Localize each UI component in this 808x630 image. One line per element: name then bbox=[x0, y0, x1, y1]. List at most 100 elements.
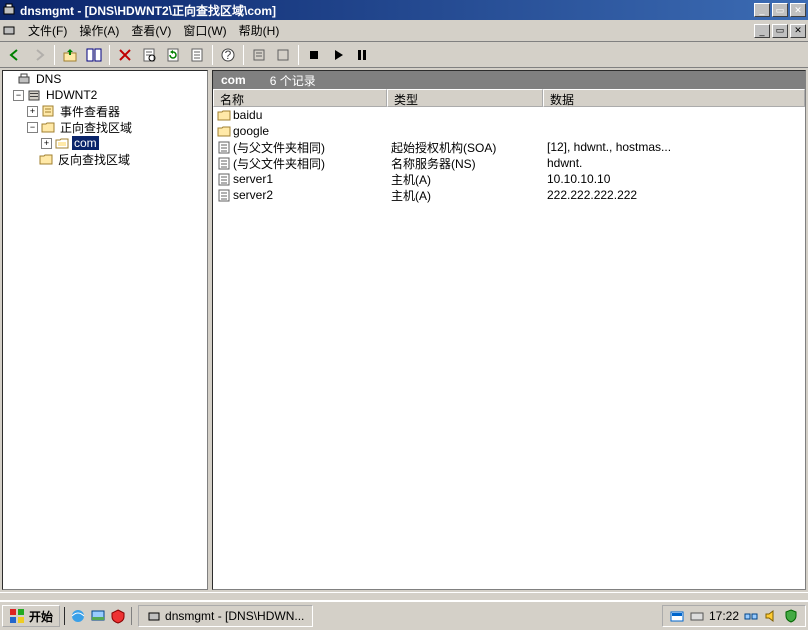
mdi-minimize-button[interactable]: _ bbox=[754, 24, 770, 38]
col-header-type[interactable]: 类型 bbox=[387, 89, 543, 107]
col-header-name[interactable]: 名称 bbox=[213, 89, 387, 107]
tree-server[interactable]: − HDWNT2 bbox=[3, 87, 207, 103]
ie-icon[interactable] bbox=[69, 607, 87, 625]
cell-type: 主机(A) bbox=[387, 171, 543, 188]
mdi-icon bbox=[2, 23, 18, 39]
toolbar-separator bbox=[109, 45, 110, 65]
cell-data: 10.10.10.10 bbox=[543, 172, 805, 186]
windows-logo-icon bbox=[9, 608, 25, 624]
refresh-button[interactable] bbox=[162, 44, 184, 66]
folder-icon bbox=[217, 108, 231, 122]
menu-action[interactable]: 操作(A) bbox=[73, 20, 125, 41]
table-row[interactable]: server1主机(A)10.10.10.10 bbox=[213, 171, 805, 187]
main-area: DNS − HDWNT2 bbox=[0, 68, 808, 592]
show-desktop-icon[interactable] bbox=[89, 607, 107, 625]
expand-icon[interactable]: + bbox=[41, 138, 52, 149]
status-bar bbox=[0, 592, 808, 600]
pause-button[interactable] bbox=[351, 44, 373, 66]
system-tray[interactable]: 17:22 bbox=[662, 605, 806, 627]
tree-fwd-zone[interactable]: − 正向查找区域 bbox=[3, 119, 207, 135]
menu-window[interactable]: 窗口(W) bbox=[177, 20, 232, 41]
tree-rev-zone[interactable]: 反向查找区域 bbox=[3, 151, 207, 167]
cell-type: 起始授权机构(SOA) bbox=[387, 139, 543, 156]
table-row[interactable]: (与父文件夹相同)名称服务器(NS)hdwnt. bbox=[213, 155, 805, 171]
mdi-restore-button[interactable]: ▭ bbox=[772, 24, 788, 38]
cell-type: 名称服务器(NS) bbox=[387, 155, 543, 172]
folder-icon bbox=[38, 151, 54, 167]
menu-file[interactable]: 文件(F) bbox=[22, 20, 73, 41]
collapse-icon[interactable]: − bbox=[13, 90, 24, 101]
col-header-data[interactable]: 数据 bbox=[543, 89, 805, 107]
app-icon bbox=[147, 609, 161, 623]
tray-network-icon[interactable] bbox=[743, 608, 759, 624]
table-row[interactable]: (与父文件夹相同)起始授权机构(SOA)[12], hdwnt., hostma… bbox=[213, 139, 805, 155]
svg-text:?: ? bbox=[225, 48, 232, 62]
list-rows[interactable]: baidugoogle(与父文件夹相同)起始授权机构(SOA)[12], hdw… bbox=[213, 107, 805, 589]
window-title: dnsmgmt - [DNS\HDWNT2\正向查找区域\com] bbox=[20, 2, 752, 19]
task-button-dnsmgmt[interactable]: dnsmgmt - [DNS\HDWN... bbox=[138, 605, 313, 627]
menu-view[interactable]: 查看(V) bbox=[125, 20, 177, 41]
back-button[interactable] bbox=[4, 44, 26, 66]
start-button[interactable]: 开始 bbox=[2, 605, 60, 627]
record-icon bbox=[217, 188, 231, 202]
forward-button[interactable] bbox=[28, 44, 50, 66]
cell-type: 主机(A) bbox=[387, 187, 543, 204]
tray-shield-icon[interactable] bbox=[783, 608, 799, 624]
properties-button[interactable] bbox=[138, 44, 160, 66]
table-row[interactable]: google bbox=[213, 123, 805, 139]
toolbar-separator bbox=[243, 45, 244, 65]
up-button[interactable] bbox=[59, 44, 81, 66]
cell-name: server2 bbox=[213, 188, 387, 202]
mdi-close-button[interactable]: ✕ bbox=[790, 24, 806, 38]
event-viewer-icon bbox=[40, 103, 56, 119]
toolbar-separator bbox=[212, 45, 213, 65]
security-icon[interactable] bbox=[109, 607, 127, 625]
table-row[interactable]: baidu bbox=[213, 107, 805, 123]
record-icon bbox=[217, 172, 231, 186]
restore-button[interactable]: ▭ bbox=[772, 3, 788, 17]
record-icon bbox=[217, 156, 231, 170]
folder-icon bbox=[40, 119, 56, 135]
tray-keyboard-icon[interactable] bbox=[689, 608, 705, 624]
tray-ime-icon[interactable] bbox=[669, 608, 685, 624]
cell-name: baidu bbox=[213, 108, 387, 122]
cell-name: (与父文件夹相同) bbox=[213, 155, 387, 172]
quick-launch bbox=[64, 607, 132, 625]
tool-button-2[interactable] bbox=[272, 44, 294, 66]
tree-panel[interactable]: DNS − HDWNT2 bbox=[2, 70, 208, 590]
mdi-buttons: _ ▭ ✕ bbox=[752, 24, 806, 38]
list-panel: com 6 个记录 名称 类型 数据 baidugoogle(与父文件夹相同)起… bbox=[212, 70, 806, 590]
stop-button[interactable] bbox=[303, 44, 325, 66]
tree-root-dns[interactable]: DNS bbox=[3, 71, 207, 87]
server-icon bbox=[26, 87, 42, 103]
show-hide-tree-button[interactable] bbox=[83, 44, 105, 66]
window-buttons: _ ▭ ✕ bbox=[752, 3, 806, 17]
tray-clock[interactable]: 17:22 bbox=[709, 609, 739, 623]
close-button[interactable]: ✕ bbox=[790, 3, 806, 17]
column-headers: 名称 类型 数据 bbox=[213, 89, 805, 107]
menu-help[interactable]: 帮助(H) bbox=[233, 20, 286, 41]
export-button[interactable] bbox=[186, 44, 208, 66]
expand-icon[interactable]: + bbox=[27, 106, 38, 117]
title-bar: dnsmgmt - [DNS\HDWNT2\正向查找区域\com] _ ▭ ✕ bbox=[0, 0, 808, 20]
tool-button-1[interactable] bbox=[248, 44, 270, 66]
zone-name: com bbox=[221, 73, 246, 87]
list-header-dark: com 6 个记录 bbox=[213, 71, 805, 89]
delete-button[interactable] bbox=[114, 44, 136, 66]
tree-zone-com[interactable]: + com bbox=[3, 135, 207, 151]
cell-data: 222.222.222.222 bbox=[543, 188, 805, 202]
toolbar-separator bbox=[298, 45, 299, 65]
menu-bar: 文件(F) 操作(A) 查看(V) 窗口(W) 帮助(H) _ ▭ ✕ bbox=[0, 20, 808, 42]
play-button[interactable] bbox=[327, 44, 349, 66]
cell-data: [12], hdwnt., hostmas... bbox=[543, 140, 805, 154]
app-icon bbox=[2, 3, 16, 17]
collapse-icon[interactable]: − bbox=[27, 122, 38, 133]
tree-event-viewer[interactable]: + 事件查看器 bbox=[3, 103, 207, 119]
tray-volume-icon[interactable] bbox=[763, 608, 779, 624]
minimize-button[interactable]: _ bbox=[754, 3, 770, 17]
table-row[interactable]: server2主机(A)222.222.222.222 bbox=[213, 187, 805, 203]
help-button[interactable]: ? bbox=[217, 44, 239, 66]
toolbar-separator bbox=[54, 45, 55, 65]
dns-icon bbox=[16, 71, 32, 87]
cell-name: google bbox=[213, 124, 387, 138]
